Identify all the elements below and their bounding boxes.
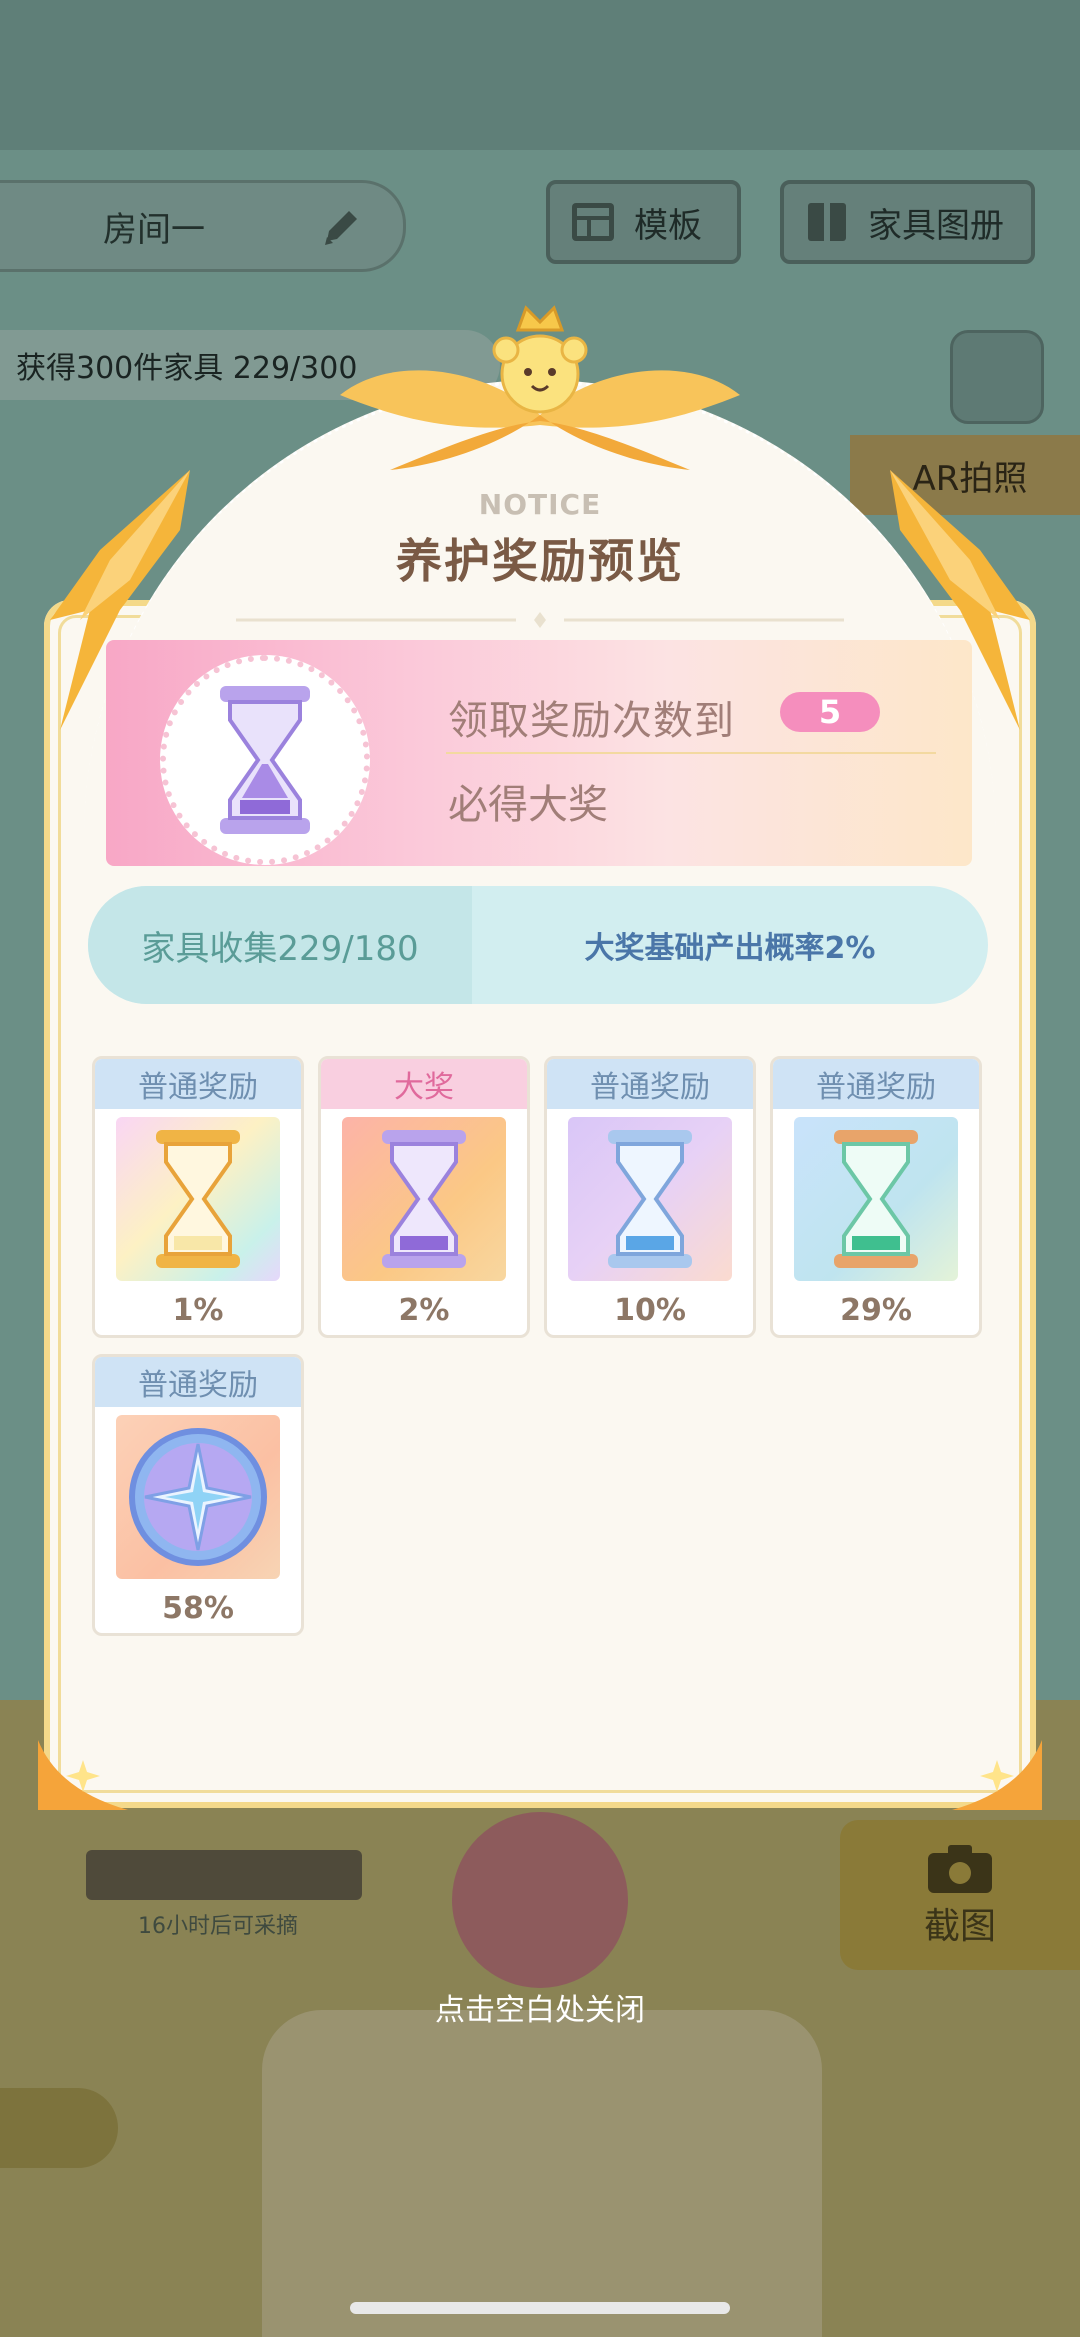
room-name-label: 房间一 xyxy=(103,209,205,250)
grand-prize-condition-text: 领取奖励次数到 xyxy=(448,698,735,744)
reward-type-label: 普通奖励 xyxy=(773,1059,979,1109)
paint-roller-button[interactable] xyxy=(452,1812,628,1988)
blue-hourglass-icon xyxy=(608,1130,692,1268)
grand-prize-divider xyxy=(446,752,936,754)
pencil-icon[interactable] xyxy=(319,205,363,249)
catalog-label: 家具图册 xyxy=(868,205,1004,246)
reward-image xyxy=(568,1117,732,1281)
reward-card[interactable]: 普通奖励 10% xyxy=(544,1056,756,1338)
reward-card[interactable]: 普通奖励 29% xyxy=(770,1056,982,1338)
home-indicator[interactable] xyxy=(350,2302,730,2314)
screenshot-label: 截图 xyxy=(923,1906,996,1947)
reward-type-label: 普通奖励 xyxy=(547,1059,753,1109)
grand-prize-guarantee-text: 必得大奖 xyxy=(448,782,608,828)
reward-type-label: 大奖 xyxy=(321,1059,527,1109)
purple-hourglass-icon xyxy=(382,1130,466,1268)
dialog-title: 养护奖励预览 xyxy=(396,534,684,588)
reward-probability: 10% xyxy=(614,1293,686,1328)
reward-probability: 2% xyxy=(398,1293,450,1328)
reward-image xyxy=(116,1415,280,1579)
scene-top-band xyxy=(0,0,1080,150)
reward-type-label: 普通奖励 xyxy=(95,1059,301,1109)
green-hourglass-icon xyxy=(834,1130,918,1268)
template-button[interactable]: 模板 xyxy=(546,180,741,264)
title-divider xyxy=(236,612,844,628)
reward-card-grand[interactable]: 大奖 2% xyxy=(318,1056,530,1338)
grand-prize-count-badge: 5 xyxy=(780,692,880,732)
compass-star-coin-icon xyxy=(129,1428,267,1566)
cloud-rug-decoration xyxy=(262,2010,822,2337)
reward-image xyxy=(794,1117,958,1281)
reward-probability: 29% xyxy=(840,1293,912,1328)
reward-type-label: 普通奖励 xyxy=(95,1357,301,1407)
stats-bar: 家具收集229/180 大奖基础产出概率2% xyxy=(88,886,988,1004)
book-icon xyxy=(808,203,846,241)
grand-prize-base-rate: 大奖基础产出概率2% xyxy=(584,931,876,966)
reward-probability: 58% xyxy=(162,1591,234,1626)
furniture-collection-stat: 家具收集229/180 xyxy=(88,886,472,1004)
kero-mascot-icon xyxy=(492,305,588,414)
camera-icon xyxy=(928,1845,992,1893)
back-arrow-button[interactable] xyxy=(0,2088,118,2168)
reward-image xyxy=(116,1117,280,1281)
room-name-field[interactable]: 房间一 xyxy=(0,180,406,272)
template-label: 模板 xyxy=(634,205,702,246)
reward-image xyxy=(342,1117,506,1281)
collection-goal-text: 获得300件家具 229/300 xyxy=(16,351,358,386)
screenshot-button[interactable]: 截图 xyxy=(840,1820,1080,1970)
reward-probability: 1% xyxy=(172,1293,224,1328)
layout-grid-icon xyxy=(572,203,614,241)
rotate-device-button[interactable] xyxy=(950,330,1044,424)
tap-blank-to-close-hint[interactable]: 点击空白处关闭 xyxy=(0,1985,1080,2029)
golden-hourglass-icon xyxy=(156,1130,240,1268)
purple-hourglass-icon xyxy=(220,686,310,834)
grand-prize-medallion xyxy=(160,655,370,865)
furniture-catalog-button[interactable]: 家具图册 xyxy=(780,180,1035,264)
harvest-timer-text: 16小时后可采摘 xyxy=(138,1914,298,1939)
corner-sparkle-icon xyxy=(952,1740,1042,1810)
plant-planter[interactable] xyxy=(86,1850,362,1900)
notice-label: NOTICE xyxy=(478,488,602,521)
reward-card[interactable]: 普通奖励 58% xyxy=(92,1354,304,1636)
corner-sparkle-icon xyxy=(38,1740,128,1810)
reward-card[interactable]: 普通奖励 1% xyxy=(92,1056,304,1338)
